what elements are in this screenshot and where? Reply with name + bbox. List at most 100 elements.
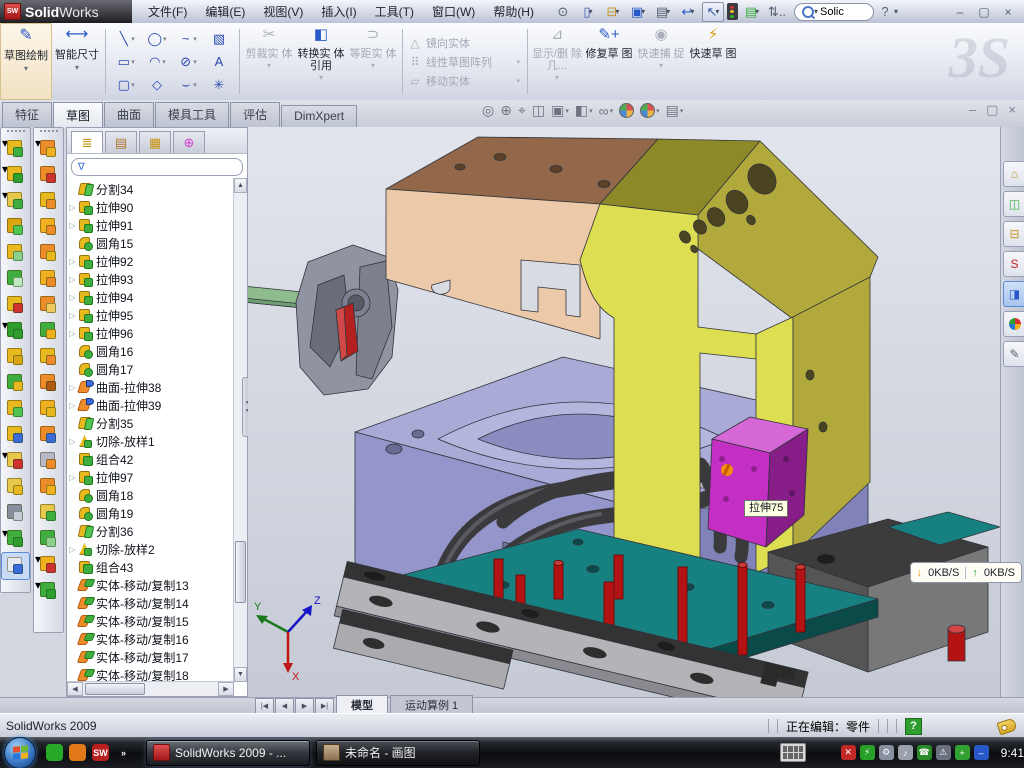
command-button[interactable]: ◉ 快速捕 捉 ▾ <box>635 23 687 100</box>
feature-tree-item[interactable]: ▷ 圆角19 <box>67 504 234 522</box>
command-row-button[interactable]: △ 镜向实体 <box>406 35 524 51</box>
document-tab[interactable]: 运动算例 1 <box>390 695 473 714</box>
revolve-boss-icon[interactable]: ▾ <box>2 136 29 162</box>
command-big-button[interactable]: ✎ 草图绘制 ▾ <box>0 23 52 100</box>
network-warning-icon[interactable]: ⚠ <box>936 745 951 760</box>
expand-arrow-icon[interactable]: ▷ <box>67 383 78 392</box>
fillet-icon[interactable]: ▾ <box>2 188 29 214</box>
move-face-icon[interactable] <box>35 422 62 448</box>
parting-line-icon[interactable] <box>35 162 62 188</box>
pin-icon[interactable]: ⊙ <box>552 2 574 22</box>
shut-off-surface-icon[interactable] <box>35 266 62 292</box>
custom-properties-icon[interactable]: ✎ <box>1003 341 1024 367</box>
feature-tree-item[interactable]: ▷ 切除-放样1 <box>67 432 234 450</box>
feature-tree-item[interactable]: ▷ 圆角17 <box>67 360 234 378</box>
sketch-fillet-icon[interactable]: ⌣▾ <box>173 74 203 96</box>
feature-tree-item[interactable]: ▷ 切除-放样2 <box>67 540 234 558</box>
view-palette-icon[interactable]: ◨ <box>1003 281 1024 307</box>
menu-item[interactable]: 文件(F) <box>140 0 195 23</box>
expand-arrow-icon[interactable]: ▷ <box>67 203 78 212</box>
solidworks-resources-icon[interactable]: ⌂ <box>1003 161 1024 187</box>
configurationmanager-tab-icon[interactable]: ▦ <box>139 131 171 153</box>
rectangle-icon[interactable]: ▭▾ <box>111 51 141 73</box>
expand-arrow-icon[interactable]: ▷ <box>67 545 78 554</box>
feature-tree-item[interactable]: ▷ 实体-移动/复制13 <box>67 576 234 594</box>
slot-icon[interactable]: ▢▾ <box>111 74 141 96</box>
search-icon[interactable] <box>802 6 814 18</box>
close-button[interactable]: × <box>998 4 1018 20</box>
move-copy-body-icon[interactable] <box>2 422 29 448</box>
feature-tree-item[interactable]: ▷ 实体-移动/复制16 <box>67 630 234 648</box>
feature-tree-item[interactable]: ▷ 分割35 <box>67 414 234 432</box>
menu-item[interactable]: 工具(T) <box>367 0 422 23</box>
chevron-down-icon[interactable]: ▾ <box>659 60 663 72</box>
command-row-button[interactable]: ▱ 移动实体 ▾ <box>406 73 524 89</box>
expand-arrow-icon[interactable]: ▷ <box>67 221 78 230</box>
feature-tree-item[interactable]: ▷ 拉伸94 <box>67 288 234 306</box>
undercut-analysis-icon[interactable] <box>35 214 62 240</box>
tree-filter-input[interactable]: ∇ <box>71 158 243 176</box>
tree-horizontal-scrollbar[interactable]: ◀ ▶ <box>67 681 234 696</box>
scroll-thumb[interactable] <box>235 541 246 603</box>
scroll-right-button[interactable]: ▶ <box>218 682 234 696</box>
expand-arrow-icon[interactable]: ▷ <box>67 311 78 320</box>
feature-tree-item[interactable]: ▷ 曲面-拉伸39 <box>67 396 234 414</box>
feature-tree-item[interactable]: ▷ 拉伸90 <box>67 198 234 216</box>
doc-close-button[interactable]: × <box>1008 103 1016 116</box>
expand-arrow-icon[interactable]: ▷ <box>67 401 78 410</box>
voip-phone-icon[interactable]: ☎ <box>917 745 932 760</box>
extrude-boss-icon[interactable]: ▾ <box>2 162 29 188</box>
doc-minimize-button[interactable]: – <box>969 103 976 116</box>
feature-tree-item[interactable]: ▷ 组合42 <box>67 450 234 468</box>
measure-icon[interactable] <box>1 552 30 580</box>
expand-arrow-icon[interactable]: ▷ <box>67 329 78 338</box>
chevron-down-icon[interactable]: ▾ <box>267 60 271 72</box>
security-alert-icon[interactable]: ✕ <box>841 745 856 760</box>
expand-arrow-icon[interactable]: ▷ <box>67 473 78 482</box>
scroll-left-button[interactable]: ◀ <box>67 682 83 696</box>
feature-tree-item[interactable]: ▷ 圆角15 <box>67 234 234 252</box>
view-settings-icon[interactable]: ▤▾ <box>666 102 684 119</box>
apply-scene-icon[interactable]: ▾ <box>640 103 660 118</box>
feature-tree-item[interactable]: ▷ 拉伸96 <box>67 324 234 342</box>
chevron-down-icon[interactable]: ▾ <box>319 72 323 84</box>
ruled-surface-icon[interactable] <box>35 318 62 344</box>
sketch-text-icon[interactable]: A <box>204 51 234 73</box>
help-dropdown-icon[interactable]: ▾ <box>894 7 898 16</box>
expand-arrow-icon[interactable]: ▷ <box>67 293 78 302</box>
health-shield-icon[interactable]: + <box>955 745 970 760</box>
first-tab-button[interactable]: |◀ <box>255 698 274 714</box>
restore-button[interactable]: ▢ <box>974 4 994 20</box>
core-icon[interactable] <box>35 370 62 396</box>
command-big-button[interactable]: ⟷ 智能尺寸 ▾ <box>52 23 102 100</box>
menu-item[interactable]: 插入(I) <box>313 0 364 23</box>
command-button[interactable]: ✂ 剪裁实 体 ▾ <box>243 23 295 100</box>
prev-tab-button[interactable]: ◀ <box>275 698 294 714</box>
command-button[interactable]: ✎+ 修复草 图 <box>583 23 635 100</box>
antivirus-ball-icon[interactable] <box>69 744 86 761</box>
design-library-icon[interactable]: ◫ <box>1003 191 1024 217</box>
feature-tree-item[interactable]: ▷ 实体-移动/复制18 <box>67 666 234 682</box>
start-button[interactable] <box>4 737 36 768</box>
dome-icon[interactable] <box>35 526 62 552</box>
quicklaunch-overflow-icon[interactable]: » <box>115 744 132 761</box>
intersect-icon[interactable] <box>2 370 29 396</box>
command-manager-tab[interactable]: DimXpert <box>281 105 357 127</box>
solidworks-launcher-icon[interactable]: SW <box>92 744 109 761</box>
point-icon[interactable]: ✳ <box>204 74 234 96</box>
command-manager-tab[interactable]: 模具工具 <box>155 102 229 127</box>
helix-icon[interactable]: ▾ <box>35 578 62 604</box>
input-method-keyboard-icon[interactable] <box>780 743 806 762</box>
scale-icon[interactable]: ▾ <box>35 136 62 162</box>
rebuild-traffic-light-icon[interactable] <box>727 3 738 20</box>
circle-icon[interactable]: ◯▾ <box>142 28 172 50</box>
feature-tree-item[interactable]: ▷ 拉伸95 <box>67 306 234 324</box>
command-manager-tab[interactable]: 草图 <box>53 102 103 128</box>
expand-arrow-icon[interactable]: ▷ <box>67 437 78 446</box>
display-style-icon[interactable]: ◧▾ <box>575 102 593 119</box>
selection-box-icon[interactable]: ▧ <box>204 28 234 50</box>
command-manager-tab[interactable]: 评估 <box>230 102 280 127</box>
last-tab-button[interactable]: ▶| <box>315 698 334 714</box>
taskbar-button[interactable]: 未命名 - 画图 <box>316 740 480 766</box>
command-button[interactable]: ⊃ 等距实 体 ▾ <box>347 23 399 100</box>
